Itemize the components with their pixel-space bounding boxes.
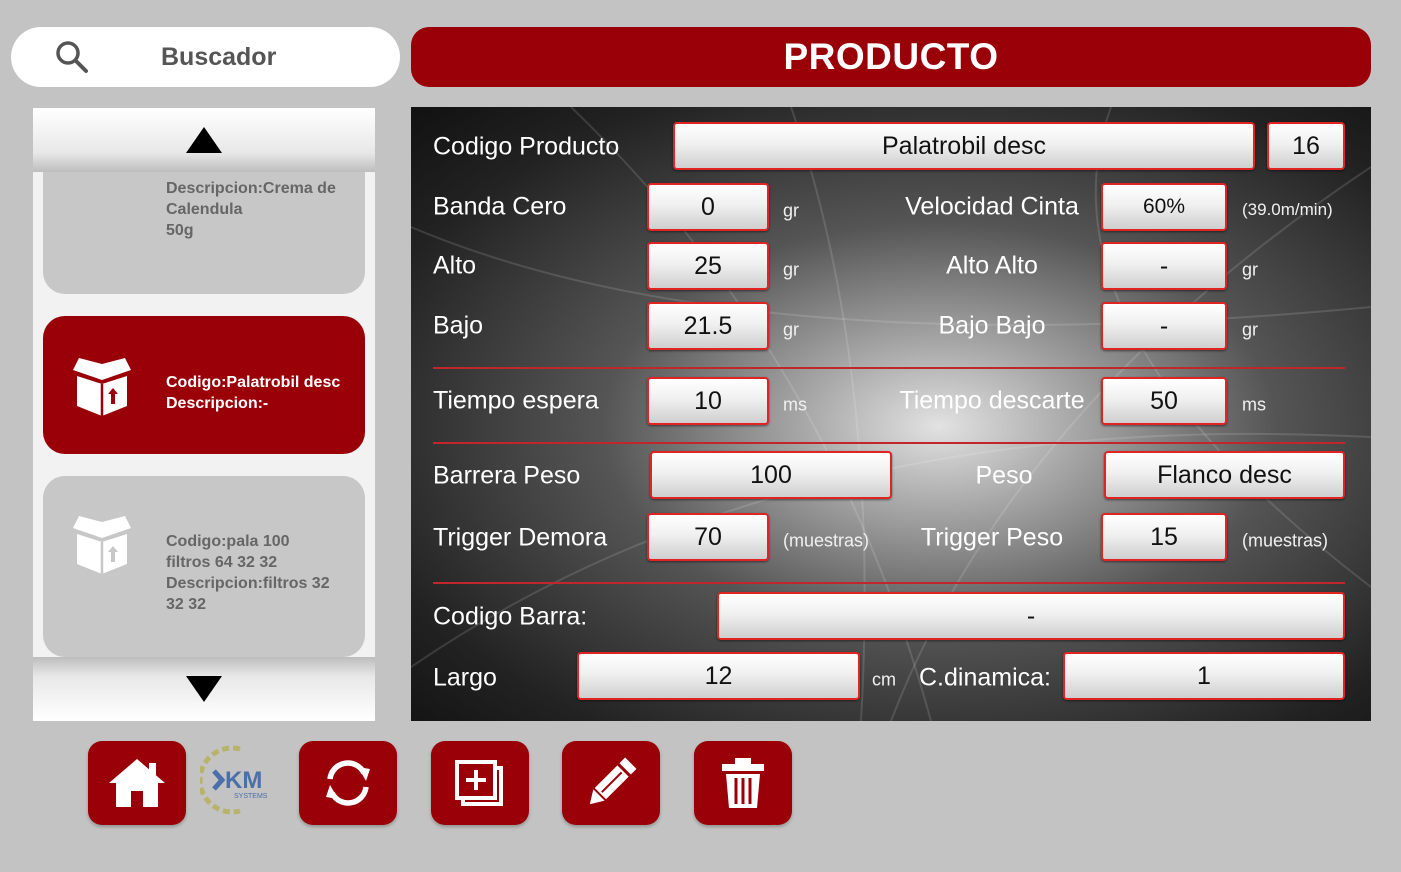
alto-alto-unit: gr: [1242, 259, 1259, 280]
tiempo-espera-field[interactable]: 10: [647, 377, 769, 425]
c-dinamica-label: C.dinamica:: [919, 663, 1051, 692]
arrow-down-icon: [186, 676, 222, 702]
tiempo-descarte-unit: ms: [1242, 394, 1266, 415]
bajo-label: Bajo: [433, 311, 484, 340]
delete-icon: [722, 758, 764, 808]
card-line: filtros 64 32 32: [166, 554, 278, 571]
velocidad-cinta-field[interactable]: 60%: [1101, 183, 1227, 231]
scroll-down-button[interactable]: [33, 657, 375, 721]
banda-cero-unit: gr: [783, 200, 800, 221]
barrera-peso-field[interactable]: 100: [650, 451, 892, 499]
search-box[interactable]: Buscador: [11, 27, 400, 87]
largo-unit: cm: [872, 669, 896, 690]
card-line: Codigo:Palatrobil desc: [166, 374, 341, 391]
trigger-peso-label: Trigger Peso: [920, 523, 1064, 552]
add-icon: [455, 760, 503, 806]
search-label: Buscador: [161, 43, 277, 71]
codigo-producto-field[interactable]: Palatrobil desc: [673, 122, 1255, 170]
add-button[interactable]: [431, 741, 529, 825]
alto-alto-label: Alto Alto: [946, 251, 1038, 280]
tiempo-descarte-label: Tiempo descarte: [899, 386, 1085, 415]
peso-field[interactable]: Flanco desc: [1104, 451, 1345, 499]
trigger-peso-field[interactable]: 15: [1101, 513, 1227, 561]
product-list: Descripcion:Crema de Calendula 50g Codig…: [33, 108, 375, 721]
card-line: 32 32: [166, 596, 207, 613]
refresh-icon: [326, 760, 370, 806]
bajo-field[interactable]: 21.5: [647, 302, 769, 350]
page-title: PRODUCTO: [411, 27, 1371, 87]
section-divider: [433, 442, 1345, 444]
alto-label: Alto: [433, 251, 477, 280]
codigo-producto-label: Codigo Producto: [433, 132, 620, 161]
logo-subtext: SYSTEMS: [234, 793, 268, 800]
codigo-barra-field[interactable]: -: [717, 592, 1345, 640]
banda-cero-field[interactable]: 0: [647, 183, 769, 231]
trigger-demora-unit: (muestras): [783, 530, 870, 551]
box-icon: [73, 358, 131, 416]
km-systems-logo: KM SYSTEMS: [200, 745, 268, 815]
scroll-up-button[interactable]: [33, 108, 375, 172]
edit-icon: [589, 757, 637, 805]
bajo-bajo-unit: gr: [1242, 319, 1259, 340]
trigger-demora-label: Trigger Demora: [433, 523, 608, 552]
trigger-demora-field[interactable]: 70: [647, 513, 769, 561]
section-divider: [433, 367, 1345, 369]
velocidad-cinta-unit: (39.0m/min): [1242, 200, 1333, 219]
bajo-bajo-label: Bajo Bajo: [938, 311, 1046, 340]
tiempo-espera-label: Tiempo espera: [433, 386, 599, 415]
logo-text: KM: [225, 767, 262, 794]
home-icon: [109, 759, 165, 807]
refresh-button[interactable]: [299, 741, 397, 825]
codigo-barra-label: Codigo Barra:: [433, 602, 588, 631]
card-line: Descripcion:Crema de: [166, 180, 336, 197]
codigo-producto-number[interactable]: 16: [1267, 122, 1345, 170]
product-card[interactable]: Codigo:pala 100 filtros 64 32 32 Descrip…: [43, 476, 365, 657]
search-icon: [56, 41, 88, 73]
section-divider: [433, 582, 1345, 584]
card-line: Codigo:pala 100: [166, 533, 290, 550]
tiempo-descarte-field[interactable]: 50: [1101, 377, 1227, 425]
card-line: Calendula: [166, 201, 243, 218]
largo-field[interactable]: 12: [577, 652, 860, 700]
bajo-bajo-field[interactable]: -: [1101, 302, 1227, 350]
product-card-selected[interactable]: Codigo:Palatrobil desc Descripcion:-: [43, 316, 365, 454]
home-button[interactable]: [88, 741, 186, 825]
trigger-peso-unit: (muestras): [1242, 530, 1329, 551]
card-line: Descripcion:-: [166, 395, 269, 412]
alto-unit: gr: [783, 259, 800, 280]
card-line: Descripcion:filtros 32: [166, 575, 330, 592]
barrera-peso-label: Barrera Peso: [433, 461, 581, 490]
card-line: 50g: [166, 222, 194, 239]
alto-alto-field[interactable]: -: [1101, 242, 1227, 290]
c-dinamica-field[interactable]: 1: [1063, 652, 1345, 700]
delete-button[interactable]: [694, 741, 792, 825]
velocidad-cinta-label: Velocidad Cinta: [905, 192, 1079, 221]
product-form: Codigo Producto Palatrobil desc 16 Banda…: [411, 107, 1371, 721]
peso-label: Peso: [975, 461, 1033, 490]
arrow-up-icon: [186, 127, 222, 153]
bajo-unit: gr: [783, 319, 800, 340]
box-icon: [73, 516, 131, 574]
largo-label: Largo: [433, 663, 497, 692]
alto-field[interactable]: 25: [647, 242, 769, 290]
tiempo-espera-unit: ms: [783, 394, 807, 415]
banda-cero-label: Banda Cero: [433, 192, 567, 221]
edit-button[interactable]: [562, 741, 660, 825]
